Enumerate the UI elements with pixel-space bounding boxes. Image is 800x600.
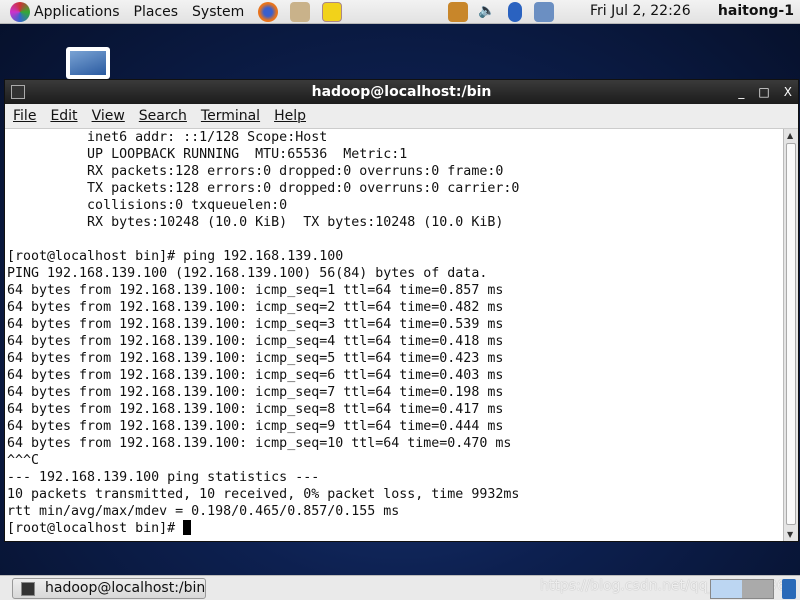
terminal-line: 64 bytes from 192.168.139.100: icmp_seq=… xyxy=(7,436,512,451)
user-name[interactable]: haitong-1 xyxy=(718,3,794,19)
top-panel: Applications Places System 🔈 Fri Jul 2, … xyxy=(0,0,800,24)
scroll-up-icon[interactable]: ▲ xyxy=(787,131,793,140)
taskbar-terminal-button[interactable]: hadoop@localhost:/bin xyxy=(12,578,206,599)
menu-terminal[interactable]: Terminal xyxy=(201,108,260,124)
terminal-line: --- 192.168.139.100 ping statistics --- xyxy=(7,470,320,485)
minimize-icon[interactable]: _ xyxy=(738,80,744,104)
terminal-line: 64 bytes from 192.168.139.100: icmp_seq=… xyxy=(7,334,504,349)
scrollbar-thumb[interactable] xyxy=(786,143,796,525)
menu-bar: File Edit View Search Terminal Help xyxy=(5,104,798,129)
update-icon[interactable] xyxy=(448,2,468,22)
system-menu[interactable]: System xyxy=(188,4,248,20)
menu-file[interactable]: File xyxy=(13,108,36,124)
terminal-line: rtt min/avg/max/mdev = 0.198/0.465/0.857… xyxy=(7,504,400,519)
terminal-line: [root@localhost bin]# ping 192.168.139.1… xyxy=(7,249,344,264)
gnome-foot-icon xyxy=(10,1,30,22)
mail-icon[interactable] xyxy=(290,1,311,22)
volume-icon[interactable]: 🔈 xyxy=(478,3,495,19)
applications-menu[interactable]: Applications xyxy=(6,1,124,22)
terminal-line: RX packets:128 errors:0 dropped:0 overru… xyxy=(7,164,504,179)
terminal-line: collisions:0 txqueuelen:0 xyxy=(7,198,288,213)
places-menu[interactable]: Places xyxy=(130,4,183,20)
window-title: hadoop@localhost:/bin xyxy=(311,84,492,100)
network-icon[interactable] xyxy=(534,2,554,22)
menu-search[interactable]: Search xyxy=(139,108,187,124)
terminal-line: 64 bytes from 192.168.139.100: icmp_seq=… xyxy=(7,283,504,298)
terminal-window: hadoop@localhost:/bin _ □ X File Edit View… xyxy=(4,79,799,542)
maximize-icon[interactable]: □ xyxy=(758,80,769,104)
scroll-down-icon[interactable]: ▼ xyxy=(787,530,793,539)
close-icon[interactable]: X xyxy=(784,80,792,104)
terminal-line: 64 bytes from 192.168.139.100: icmp_seq=… xyxy=(7,300,504,315)
computer-desktop-icon[interactable] xyxy=(66,47,110,79)
task-label: hadoop@localhost:/bin xyxy=(45,580,206,596)
scrollbar[interactable]: ▲ ▼ xyxy=(783,129,798,541)
bottom-panel: hadoop@localhost:/bin https://blog.csdn.… xyxy=(0,575,800,600)
workspace-switcher[interactable] xyxy=(710,579,774,599)
firefox-icon[interactable] xyxy=(258,1,279,22)
menu-help[interactable]: Help xyxy=(274,108,306,124)
trash-icon[interactable] xyxy=(782,579,796,599)
prompt-line: [root@localhost bin]# xyxy=(7,520,783,537)
terminal-icon xyxy=(21,582,35,596)
terminal-line: PING 192.168.139.100 (192.168.139.100) 5… xyxy=(7,266,488,281)
terminal-line: ^^^C xyxy=(7,453,40,468)
terminal-line: UP LOOPBACK RUNNING MTU:65536 Metric:1 xyxy=(7,147,408,162)
prompt: [root@localhost bin]# xyxy=(7,521,184,536)
terminal-line: 64 bytes from 192.168.139.100: icmp_seq=… xyxy=(7,402,504,417)
terminal-line: TX packets:128 errors:0 dropped:0 overru… xyxy=(7,181,520,196)
terminal-line: 64 bytes from 192.168.139.100: icmp_seq=… xyxy=(7,419,504,434)
applications-label: Applications xyxy=(34,3,120,20)
terminal-line: 64 bytes from 192.168.139.100: icmp_seq=… xyxy=(7,351,504,366)
notes-icon[interactable] xyxy=(322,1,343,22)
menu-edit[interactable]: Edit xyxy=(50,108,77,124)
terminal-line: 64 bytes from 192.168.139.100: icmp_seq=… xyxy=(7,368,504,383)
menu-view[interactable]: View xyxy=(92,108,125,124)
terminal-line: inet6 addr: ::1/128 Scope:Host xyxy=(7,130,328,145)
title-bar[interactable]: hadoop@localhost:/bin _ □ X xyxy=(5,80,798,104)
clock[interactable]: Fri Jul 2, 22:26 xyxy=(590,3,691,19)
terminal-line: 64 bytes from 192.168.139.100: icmp_seq=… xyxy=(7,317,504,332)
cursor xyxy=(183,520,192,535)
bluetooth-icon[interactable] xyxy=(508,2,522,22)
terminal-line: 64 bytes from 192.168.139.100: icmp_seq=… xyxy=(7,385,504,400)
terminal-icon xyxy=(11,85,25,99)
terminal-line: RX bytes:10248 (10.0 KiB) TX bytes:10248… xyxy=(7,215,504,230)
terminal-output[interactable]: inet6 addr: ::1/128 Scope:Host UP LOOPBA… xyxy=(5,129,783,541)
terminal-line: 10 packets transmitted, 10 received, 0% … xyxy=(7,487,520,502)
